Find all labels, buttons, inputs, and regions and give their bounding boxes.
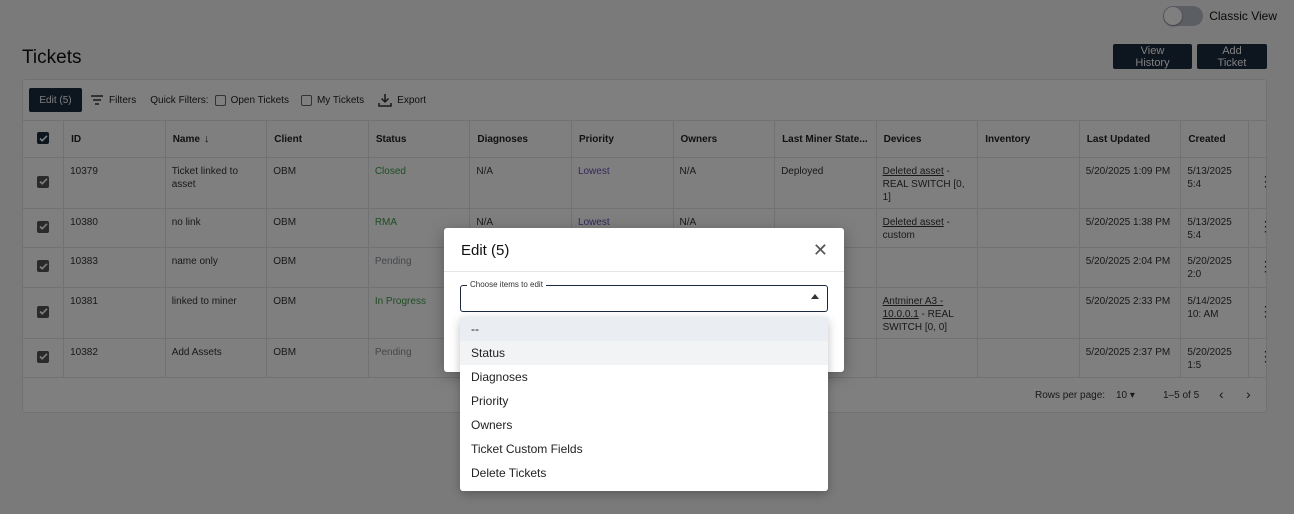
option-diagnoses[interactable]: Diagnoses bbox=[460, 365, 828, 389]
edit-options-menu: -- Status Diagnoses Priority Owners Tick… bbox=[460, 317, 828, 491]
dialog-divider bbox=[444, 271, 844, 272]
option-status[interactable]: Status bbox=[460, 341, 828, 365]
option-owners[interactable]: Owners bbox=[460, 413, 828, 437]
option-delete-tickets[interactable]: Delete Tickets bbox=[460, 461, 828, 485]
dialog-title: Edit (5) bbox=[461, 242, 510, 259]
caret-up-icon bbox=[811, 294, 819, 299]
option-priority[interactable]: Priority bbox=[460, 389, 828, 413]
close-icon[interactable]: ✕ bbox=[813, 240, 828, 261]
option-none[interactable]: -- bbox=[460, 317, 828, 341]
choose-items-label: Choose items to edit bbox=[467, 280, 546, 289]
option-ticket-custom-fields[interactable]: Ticket Custom Fields bbox=[460, 437, 828, 461]
choose-items-select[interactable]: Choose items to edit bbox=[460, 280, 828, 312]
